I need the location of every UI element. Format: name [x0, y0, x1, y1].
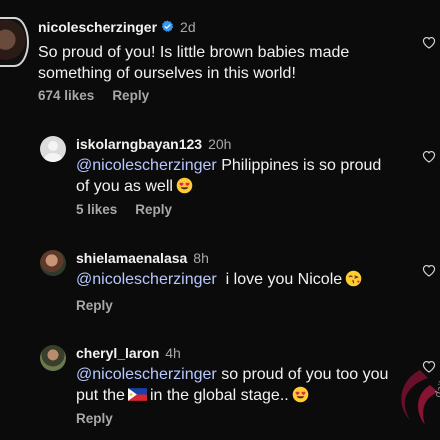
verified-badge-icon: [161, 20, 174, 32]
username-link[interactable]: cheryl_laron: [76, 345, 159, 361]
comment-header: nicolescherzinger 2d: [38, 19, 196, 35]
watermark-logo: dailypedia: [401, 352, 440, 425]
avatar[interactable]: [40, 250, 66, 276]
comment-body: i love you Nicole: [225, 271, 343, 288]
likes-count[interactable]: 674 likes: [38, 88, 94, 103]
like-heart-icon[interactable]: [422, 264, 436, 277]
likes-count[interactable]: 5 likes: [76, 202, 117, 217]
reply-button[interactable]: Reply: [112, 88, 149, 103]
timestamp: 4h: [165, 345, 181, 361]
heart-eyes-emoji-icon: [176, 177, 193, 194]
reply-button[interactable]: Reply: [76, 411, 113, 426]
timestamp: 20h: [208, 136, 232, 152]
timestamp: 8h: [193, 250, 209, 266]
mention-link[interactable]: @nicolescherzinger: [76, 271, 217, 288]
comment-text: @nicolescherzinger i love you Nicole: [76, 269, 396, 290]
avatar[interactable]: [40, 136, 66, 162]
heart-eyes-emoji-icon: [292, 386, 308, 403]
avatar[interactable]: [40, 345, 66, 371]
username-link[interactable]: iskolarngbayan123: [76, 136, 202, 152]
comment-meta: 674 likes Reply: [38, 88, 149, 103]
comment-header: iskolarngbayan123 20h: [76, 136, 231, 152]
avatar[interactable]: [0, 17, 29, 67]
comment-meta: 5 likes Reply: [76, 202, 172, 217]
reply-button[interactable]: Reply: [76, 298, 113, 313]
reply-button[interactable]: Reply: [135, 202, 172, 217]
philippines-flag-icon: [127, 388, 147, 401]
comment-text: @nicolescherzinger Philippines is so pro…: [76, 155, 396, 197]
like-heart-icon[interactable]: [422, 36, 436, 49]
comment-text: @nicolescherzinger so proud of you too y…: [76, 364, 396, 406]
mention-link[interactable]: @nicolescherzinger: [76, 366, 217, 383]
comments-screen: nicolescherzinger 2d So proud of you! Is …: [0, 0, 440, 440]
mention-link[interactable]: @nicolescherzinger: [76, 157, 217, 174]
comment-meta: Reply: [76, 411, 113, 426]
like-heart-icon[interactable]: [422, 150, 436, 163]
comment-body-part2: in the global stage..: [149, 387, 289, 404]
watermark-text: dailypedia: [433, 352, 440, 399]
comment-meta: Reply: [76, 298, 113, 313]
username-link[interactable]: nicolescherzinger: [38, 19, 157, 35]
comment-header: shielamaenalasa 8h: [76, 250, 209, 266]
comment-header: cheryl_laron 4h: [76, 345, 181, 361]
timestamp: 2d: [180, 19, 196, 35]
kissing-heart-emoji-icon: [345, 270, 362, 287]
comment-text: So proud of you! Is little brown babies …: [38, 44, 350, 82]
username-link[interactable]: shielamaenalasa: [76, 250, 187, 266]
